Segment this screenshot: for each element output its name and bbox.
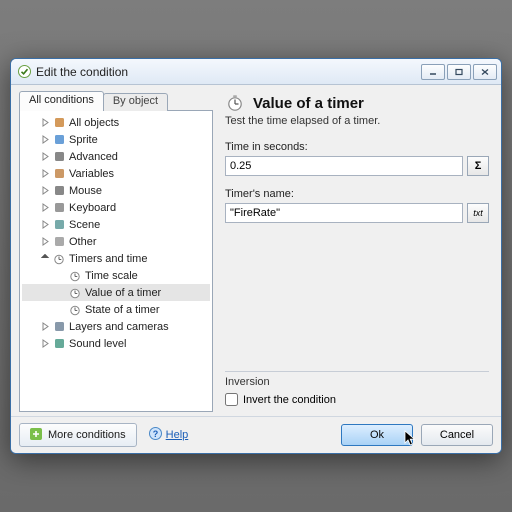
clock-icon xyxy=(68,269,82,283)
tree-item-label: State of a timer xyxy=(85,304,160,316)
chevron-right-icon[interactable] xyxy=(40,117,51,128)
expression-button[interactable]: Σ xyxy=(467,156,489,176)
right-pane: Value of a timer Test the time elapsed o… xyxy=(213,91,493,412)
tree-item[interactable]: Timers and time xyxy=(22,250,210,267)
tree-item-label: Advanced xyxy=(69,151,118,163)
tree-item-label: Timers and time xyxy=(69,253,147,265)
tree-item[interactable]: Keyboard xyxy=(22,199,210,216)
blank-icon xyxy=(56,287,67,298)
timer-name-input[interactable] xyxy=(225,203,463,223)
timer-name-label: Timer's name: xyxy=(225,188,489,200)
mouse-icon xyxy=(52,184,66,198)
clock-icon xyxy=(52,252,66,266)
tree-item-label: Other xyxy=(69,236,97,248)
more-conditions-label: More conditions xyxy=(48,429,126,441)
ok-button[interactable]: Ok xyxy=(341,424,413,446)
tree-item-label: Sprite xyxy=(69,134,98,146)
tree-item-label: Mouse xyxy=(69,185,102,197)
help-link[interactable]: ? Help xyxy=(149,427,189,443)
time-label: Time in seconds: xyxy=(225,141,489,153)
panel-description: Test the time elapsed of a timer. xyxy=(225,115,489,127)
tabs: All conditions By object xyxy=(19,91,213,111)
app-icon xyxy=(17,65,31,79)
chevron-right-icon[interactable] xyxy=(40,236,51,247)
tree-item-label: Sound level xyxy=(69,338,127,350)
dot-icon xyxy=(52,235,66,249)
keyboard-icon xyxy=(52,201,66,215)
chevron-right-icon[interactable] xyxy=(40,338,51,349)
tree-item[interactable]: Time scale xyxy=(22,267,210,284)
tree-item[interactable]: Sound level xyxy=(22,335,210,352)
tab-by-object[interactable]: By object xyxy=(103,93,168,111)
condition-tree[interactable]: All objects Sprite Advanced Variables Mouse K… xyxy=(19,110,213,412)
blank-icon xyxy=(56,270,67,281)
svg-text:?: ? xyxy=(152,429,158,439)
tree-item[interactable]: Value of a timer xyxy=(22,284,210,301)
gear-icon xyxy=(52,150,66,164)
invert-row[interactable]: Invert the condition xyxy=(225,393,489,406)
var-icon xyxy=(52,167,66,181)
cursor-icon xyxy=(404,430,420,451)
panel-heading: Value of a timer xyxy=(225,93,489,113)
tree-item[interactable]: Advanced xyxy=(22,148,210,165)
window-title: Edit the condition xyxy=(36,65,421,79)
more-conditions-button[interactable]: More conditions xyxy=(19,423,137,447)
time-input[interactable] xyxy=(225,156,463,176)
chevron-right-icon[interactable] xyxy=(40,151,51,162)
chevron-right-icon[interactable] xyxy=(40,202,51,213)
maximize-button[interactable] xyxy=(447,64,471,80)
chevron-down-icon[interactable] xyxy=(40,253,51,264)
blank-icon xyxy=(56,304,67,315)
minimize-button[interactable] xyxy=(421,64,445,80)
tree-item-label: Layers and cameras xyxy=(69,321,169,333)
help-label: Help xyxy=(166,429,189,441)
tree-item-label: All objects xyxy=(69,117,119,129)
tree-item[interactable]: Other xyxy=(22,233,210,250)
help-icon: ? xyxy=(149,427,162,443)
close-button[interactable] xyxy=(473,64,497,80)
titlebar[interactable]: Edit the condition xyxy=(11,59,501,85)
window-controls xyxy=(421,64,497,80)
tree-item[interactable]: Layers and cameras xyxy=(22,318,210,335)
chevron-right-icon[interactable] xyxy=(40,168,51,179)
chevron-right-icon[interactable] xyxy=(40,134,51,145)
box-icon xyxy=(52,116,66,130)
tree-item-label: Keyboard xyxy=(69,202,116,214)
inversion-label: Inversion xyxy=(225,376,489,388)
layers-icon xyxy=(52,320,66,334)
clock-icon xyxy=(225,93,245,113)
dialog-body: All conditions By object All objects Spri… xyxy=(11,85,501,416)
tree-item[interactable]: Scene xyxy=(22,216,210,233)
dialog-window: Edit the condition All conditions By obj… xyxy=(10,58,502,454)
tree-item[interactable]: Sprite xyxy=(22,131,210,148)
plus-icon xyxy=(30,428,42,443)
clock-icon xyxy=(68,286,82,300)
cancel-button[interactable]: Cancel xyxy=(421,424,493,446)
clock-icon xyxy=(68,303,82,317)
sprite-icon xyxy=(52,133,66,147)
text-button[interactable]: txt xyxy=(467,203,489,223)
left-pane: All conditions By object All objects Spri… xyxy=(19,91,213,412)
tree-item-label: Value of a timer xyxy=(85,287,161,299)
tree-item[interactable]: All objects xyxy=(22,114,210,131)
scene-icon xyxy=(52,218,66,232)
tree-item-label: Scene xyxy=(69,219,100,231)
invert-checkbox[interactable] xyxy=(225,393,238,406)
tree-item[interactable]: State of a timer xyxy=(22,301,210,318)
tree-item[interactable]: Mouse xyxy=(22,182,210,199)
tab-all-conditions[interactable]: All conditions xyxy=(19,91,104,111)
tree-item-label: Time scale xyxy=(85,270,138,282)
chevron-right-icon[interactable] xyxy=(40,185,51,196)
tree-item-label: Variables xyxy=(69,168,114,180)
invert-label: Invert the condition xyxy=(243,394,336,406)
tree-item[interactable]: Variables xyxy=(22,165,210,182)
dialog-footer: More conditions ? Help Ok Cancel xyxy=(11,416,501,453)
inversion-group: Inversion Invert the condition xyxy=(225,371,489,412)
sound-icon xyxy=(52,337,66,351)
chevron-right-icon[interactable] xyxy=(40,219,51,230)
chevron-right-icon[interactable] xyxy=(40,321,51,332)
panel-title: Value of a timer xyxy=(253,95,364,112)
